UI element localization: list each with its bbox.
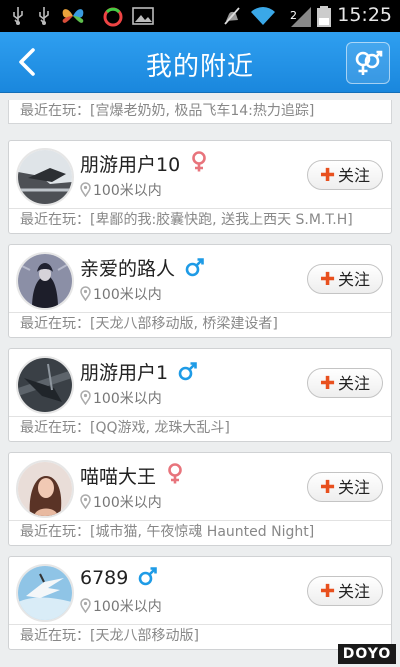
follow-button[interactable]: ✚ 关注	[307, 472, 383, 502]
male-icon	[185, 258, 204, 277]
follow-button[interactable]: ✚ 关注	[307, 160, 383, 190]
follow-label: 关注	[338, 166, 371, 185]
recently-played: 最近在玩：[QQ游戏, 龙珠大乱斗]	[20, 420, 230, 436]
app-ring-icon	[103, 7, 123, 27]
plus-icon: ✚	[319, 165, 336, 186]
plus-icon: ✚	[319, 477, 336, 498]
usb-icon	[13, 7, 23, 25]
user-avatar[interactable]	[16, 460, 74, 518]
page-title: 我的附近	[145, 52, 254, 82]
user-card[interactable]: 朋游用户10 100米以内 ✚ 关注 最近在玩：[卑鄙的我:胶囊快跑, 送我上西天…	[8, 140, 392, 234]
status-bar: 2 15:25	[0, 0, 400, 32]
recently-played: 最近在玩：[卑鄙的我:胶囊快跑, 送我上西天 S.M.T.H]	[20, 212, 353, 228]
signal-icon: 2	[290, 7, 311, 27]
distance: 100米以内	[80, 388, 162, 408]
follow-label: 关注	[338, 374, 371, 393]
plus-icon: ✚	[319, 373, 336, 394]
distance: 100米以内	[80, 284, 162, 304]
follow-button[interactable]: ✚ 关注	[307, 368, 383, 398]
user-avatar[interactable]	[16, 148, 74, 206]
user-name: 亲爱的路人	[80, 254, 205, 281]
gender-symbol-icon	[355, 50, 383, 75]
male-icon	[139, 567, 158, 586]
female-icon	[192, 151, 207, 172]
list-item-partial[interactable]: 最近在玩：[宫爆老奶奶, 极品飞车14:热力追踪]	[8, 100, 392, 124]
location-pin-icon	[80, 286, 91, 302]
usb-icon	[39, 7, 49, 25]
distance-text: 100米以内	[93, 183, 162, 199]
user-avatar[interactable]	[16, 356, 74, 414]
svg-text:2: 2	[290, 9, 297, 22]
distance-text: 100米以内	[93, 287, 162, 303]
location-pin-icon	[80, 598, 91, 614]
location-pin-icon	[80, 494, 91, 510]
follow-button[interactable]: ✚ 关注	[307, 264, 383, 294]
user-name: 朋游用户10	[80, 150, 208, 177]
male-icon	[178, 362, 197, 381]
user-name-text: 朋游用户1	[80, 362, 169, 384]
recently-played: 最近在玩：[天龙八部移动版]	[20, 628, 199, 644]
distance-text: 100米以内	[93, 391, 162, 407]
app-bar: 我的附近	[0, 32, 400, 93]
recently-played: 最近在玩：[城市猫, 午夜惊魂 Haunted Night]	[20, 524, 315, 540]
distance: 100米以内	[80, 180, 162, 200]
distance-text: 100米以内	[93, 599, 162, 615]
user-name-text: 6789	[80, 567, 129, 589]
status-time: 15:25	[337, 4, 392, 26]
recently-played: 最近在玩：[宫爆老奶奶, 极品飞车14:热力追踪]	[20, 103, 315, 119]
follow-button[interactable]: ✚ 关注	[307, 576, 383, 606]
location-pin-icon	[80, 390, 91, 406]
distance: 100米以内	[80, 492, 162, 512]
butterfly-app-icon	[62, 9, 84, 23]
user-card[interactable]: 喵喵大王 100米以内 ✚ 关注 最近在玩：[城市猫, 午夜惊魂 Haunted …	[8, 452, 392, 546]
plus-icon: ✚	[319, 581, 336, 602]
mute-icon	[224, 7, 240, 25]
user-name-text: 喵喵大王	[80, 466, 157, 488]
user-name: 朋游用户1	[80, 358, 198, 385]
female-icon	[168, 463, 182, 484]
user-card[interactable]: 朋游用户1 100米以内 ✚ 关注 最近在玩：[QQ游戏, 龙珠大乱斗]	[8, 348, 392, 442]
wifi-icon	[251, 7, 275, 25]
user-card[interactable]: 亲爱的路人 100米以内 ✚ 关注 最近在玩：[天龙八部移动版, 桥梁建设者]	[8, 244, 392, 338]
user-name-text: 亲爱的路人	[80, 258, 176, 280]
follow-label: 关注	[338, 478, 371, 497]
user-avatar[interactable]	[16, 564, 74, 622]
battery-icon	[317, 6, 331, 27]
user-name: 6789	[80, 566, 158, 589]
location-pin-icon	[80, 182, 91, 198]
plus-icon: ✚	[319, 269, 336, 290]
user-name-text: 朋游用户10	[80, 154, 181, 176]
user-avatar[interactable]	[16, 252, 74, 310]
gender-filter-button[interactable]	[346, 42, 390, 84]
image-icon	[132, 7, 154, 25]
watermark-logo: DOYO	[338, 644, 396, 664]
distance-text: 100米以内	[93, 495, 162, 511]
follow-label: 关注	[338, 270, 371, 289]
distance: 100米以内	[80, 596, 162, 616]
user-name: 喵喵大王	[80, 462, 184, 489]
recently-played: 最近在玩：[天龙八部移动版, 桥梁建设者]	[20, 316, 278, 332]
user-card[interactable]: 6789 100米以内 ✚ 关注 最近在玩：[天龙八部移动版]	[8, 556, 392, 650]
follow-label: 关注	[338, 582, 371, 601]
